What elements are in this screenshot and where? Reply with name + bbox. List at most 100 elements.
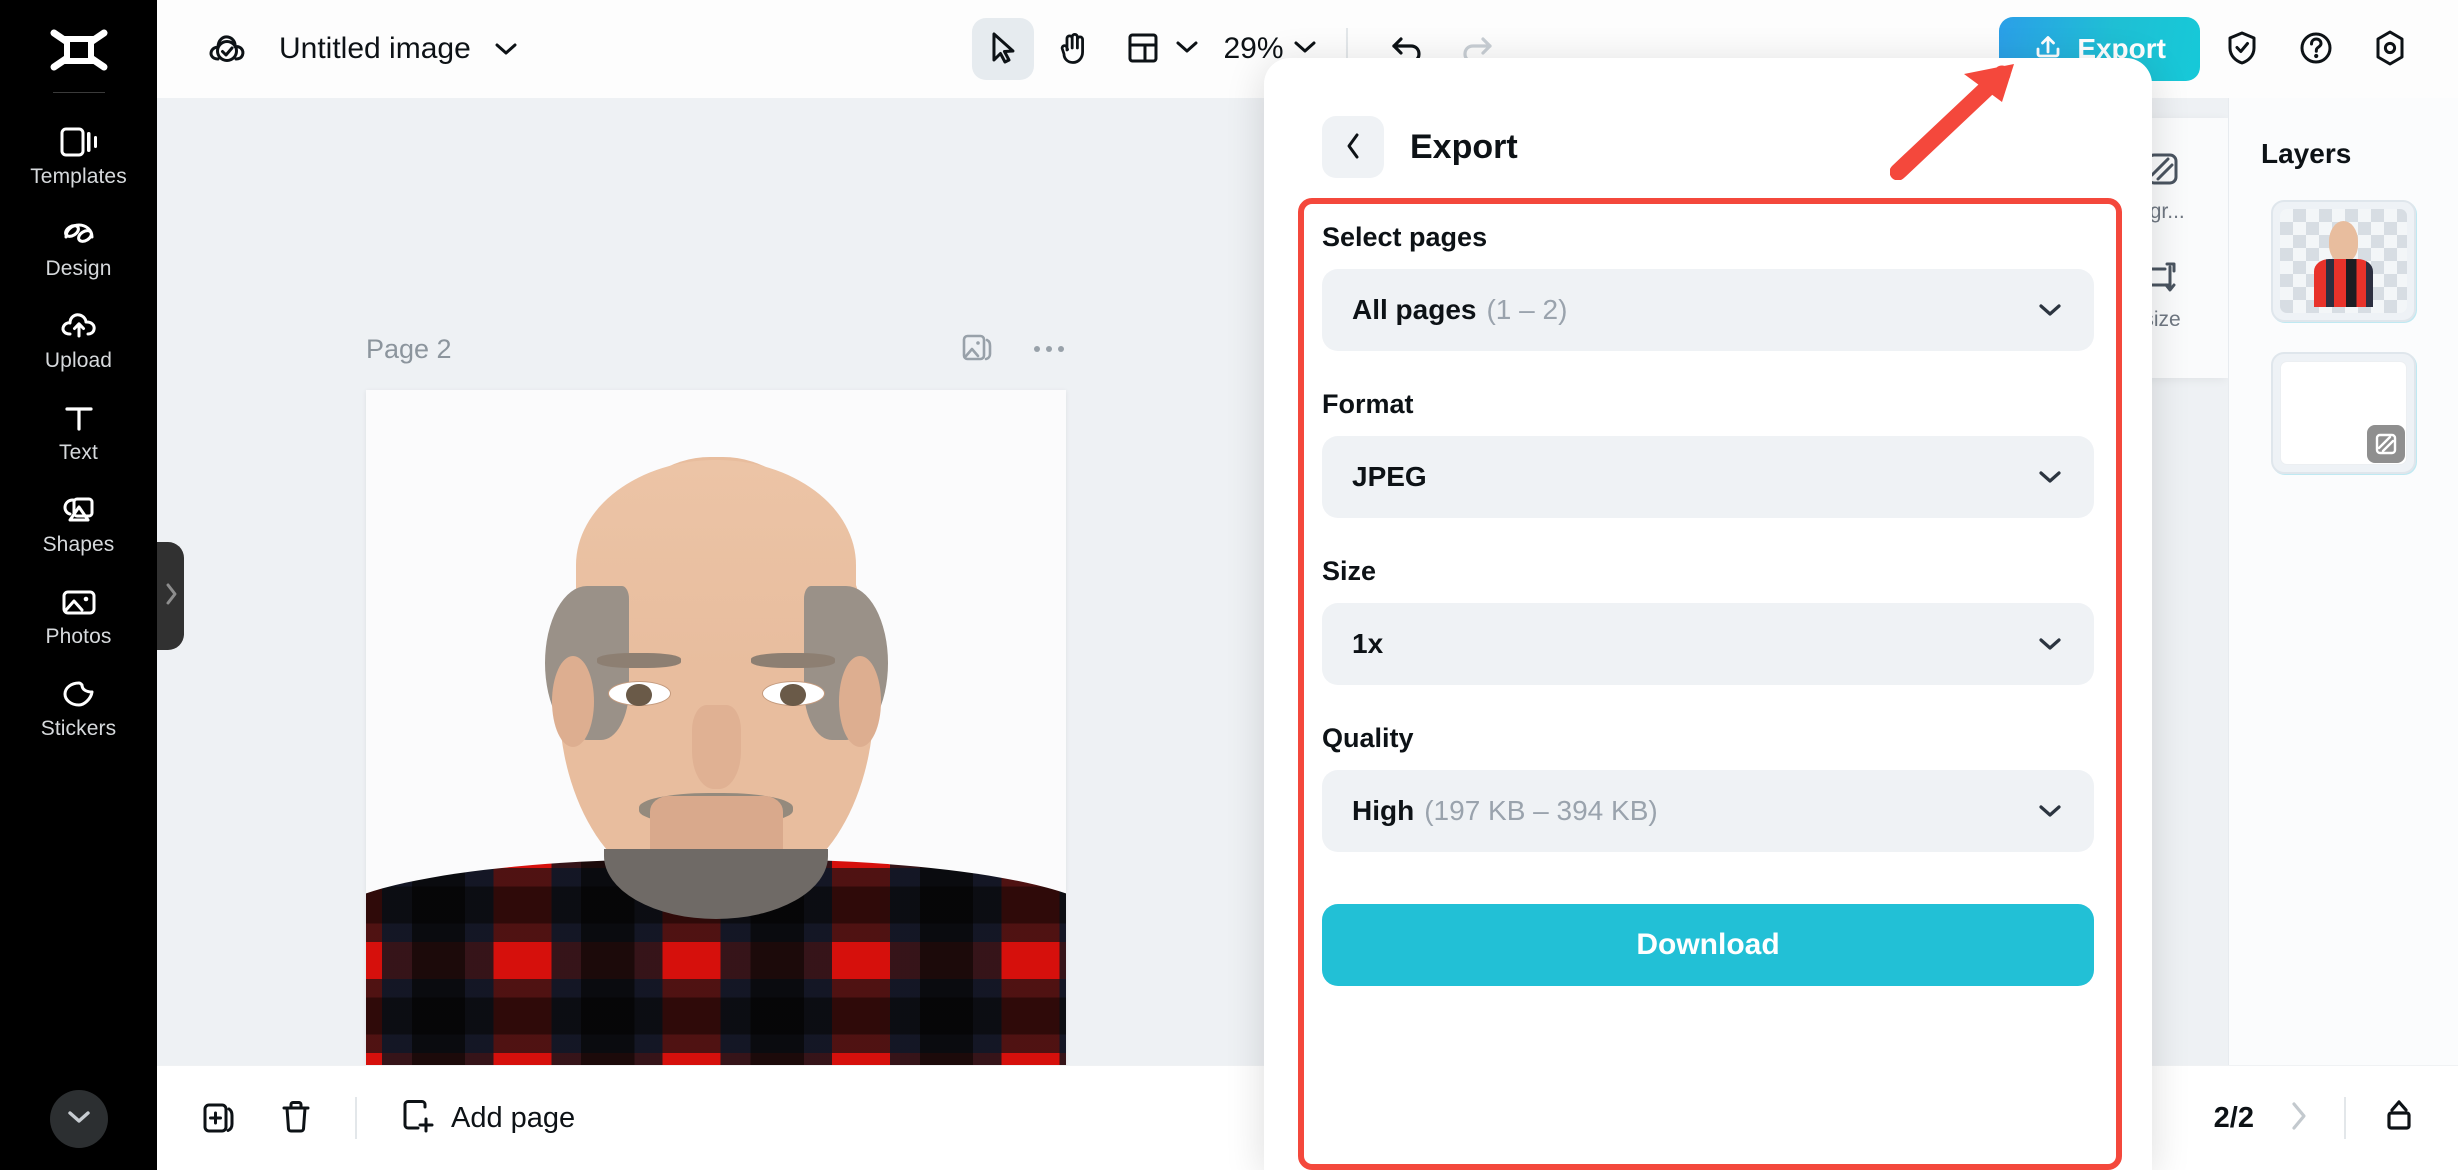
download-button[interactable]: Download [1322, 904, 2094, 986]
chevron-right-icon [164, 582, 178, 611]
chevron-down-icon [2036, 301, 2064, 319]
layer-item-portrait[interactable] [2271, 200, 2416, 322]
sidebar-items: Templates Design Upload Text Shapes Phot… [0, 109, 157, 753]
help-question-icon [2298, 30, 2334, 69]
sidebar-more-button[interactable] [49, 1090, 108, 1148]
layers-panel: Layers [2228, 98, 2458, 1065]
sidebar-item-shapes[interactable]: Shapes [0, 477, 157, 569]
duplicate-page-button[interactable] [201, 1096, 237, 1141]
sidebar-item-design[interactable]: Design [0, 201, 157, 293]
export-panel-title: Export [1410, 127, 1518, 166]
quality-sub: (197 KB – 394 KB) [1424, 795, 1658, 826]
export-panel: Export Select pages All pages (1 – 2) Fo… [1264, 58, 2152, 1170]
select-pages-dropdown[interactable]: All pages (1 – 2) [1322, 269, 2094, 351]
sidebar-item-photos[interactable]: Photos [0, 569, 157, 661]
layer-thumbnail-portrait [2313, 221, 2374, 307]
size-value: 1x [1352, 628, 1384, 659]
page-header: Page 2 [366, 330, 1066, 369]
layers-title: Layers [2261, 138, 2352, 169]
format-label: Format [1322, 389, 1414, 419]
chevron-down-icon [2036, 468, 2064, 486]
delete-page-button[interactable] [279, 1096, 313, 1141]
stickers-icon [60, 674, 98, 714]
export-panel-header: Export [1322, 116, 2094, 178]
cursor-arrow-icon [985, 30, 1019, 69]
bottom-right-actions: 2/2 [2214, 1097, 2418, 1140]
sidebar-item-label: Stickers [40, 717, 117, 740]
add-page-label: Add page [451, 1101, 576, 1134]
settings-button[interactable] [2358, 17, 2422, 81]
next-page-button[interactable] [2288, 1098, 2310, 1139]
layout-tool-group[interactable] [1111, 18, 1199, 80]
zoom-level: 29% [1223, 32, 1284, 65]
chevron-down-icon [2036, 635, 2064, 653]
page-header-tools [960, 330, 1066, 369]
chevron-down-icon[interactable] [493, 41, 519, 57]
size-dropdown[interactable]: 1x [1322, 603, 2094, 685]
add-page-icon [399, 1097, 435, 1140]
layer-item-background[interactable] [2271, 352, 2416, 474]
sidebar-item-text[interactable]: Text [0, 385, 157, 477]
text-icon [62, 398, 96, 438]
add-page-button[interactable]: Add page [399, 1097, 575, 1140]
export-panel-body: Select pages All pages (1 – 2) Format JP… [1322, 222, 2094, 986]
quality-label: Quality [1322, 723, 1414, 753]
duplicate-image-icon[interactable] [960, 330, 994, 369]
portrait-photo [366, 390, 1066, 1065]
sidebar-divider [52, 92, 105, 93]
background-icon [2367, 425, 2405, 463]
sidebar-item-label: Shapes [42, 533, 115, 556]
hand-icon [1055, 30, 1089, 69]
bottom-divider-2 [2344, 1097, 2346, 1139]
format-dropdown[interactable]: JPEG [1322, 436, 2094, 518]
document-title[interactable]: Untitled image [279, 32, 471, 66]
chevron-down-icon [2036, 802, 2064, 820]
sidebar-item-stickers[interactable]: Stickers [0, 661, 157, 753]
ellipsis-icon[interactable] [1032, 341, 1066, 359]
settings-gear-icon [2372, 29, 2408, 70]
cloud-saved-icon[interactable] [205, 28, 249, 70]
sidebar-item-upload[interactable]: Upload [0, 293, 157, 385]
help-button[interactable] [2284, 17, 2348, 81]
select-pages-label: Select pages [1322, 222, 1488, 252]
capcut-image-editor: Templates Design Upload Text Shapes Phot… [0, 0, 2458, 1170]
select-pages-value: All pages [1352, 294, 1477, 325]
upload-cloud-icon [59, 306, 99, 346]
select-tool-button[interactable] [971, 18, 1034, 80]
chevron-down-icon[interactable] [1173, 39, 1199, 60]
chevron-down-icon[interactable] [1292, 39, 1318, 60]
sidebar-item-label: Text [59, 441, 98, 464]
quality-dropdown[interactable]: High (197 KB – 394 KB) [1322, 770, 2094, 852]
bottom-left-actions: Add page [201, 1096, 575, 1141]
transparency-checker [2280, 209, 2407, 313]
capcut-logo-icon[interactable] [47, 22, 111, 78]
layout-tool-button[interactable] [1111, 18, 1173, 80]
select-pages-sub: (1 – 2) [1486, 294, 1568, 325]
quality-value: High [1352, 795, 1415, 826]
sidebar-item-label: Templates [30, 165, 127, 188]
sidebar-item-label: Design [45, 257, 112, 280]
left-sidebar: Templates Design Upload Text Shapes Phot… [0, 0, 157, 1170]
shapes-icon [60, 490, 98, 530]
page-indicator: 2/2 [2213, 1101, 2254, 1134]
shield-check-icon [2225, 30, 2259, 69]
templates-icon [60, 122, 98, 162]
layout-grid-icon [1126, 32, 1158, 67]
chevron-down-icon [66, 1109, 92, 1130]
sidebar-item-label: Photos [45, 625, 112, 648]
bottom-divider [355, 1097, 357, 1139]
chevron-left-icon [1343, 131, 1363, 164]
sidebar-expand-handle[interactable] [157, 542, 184, 650]
hand-tool-button[interactable] [1041, 18, 1103, 80]
size-label: Size [1322, 556, 1377, 586]
share-button[interactable] [2380, 1097, 2418, 1140]
shield-check-button[interactable] [2210, 17, 2274, 81]
page-label: Page 2 [366, 334, 452, 364]
page-canvas-2[interactable] [366, 390, 1066, 1065]
photos-icon [60, 582, 98, 622]
design-icon [60, 214, 98, 254]
format-value: JPEG [1352, 461, 1427, 492]
sidebar-item-templates[interactable]: Templates [0, 109, 157, 201]
back-button[interactable] [1322, 116, 1384, 178]
sidebar-item-label: Upload [44, 349, 113, 372]
